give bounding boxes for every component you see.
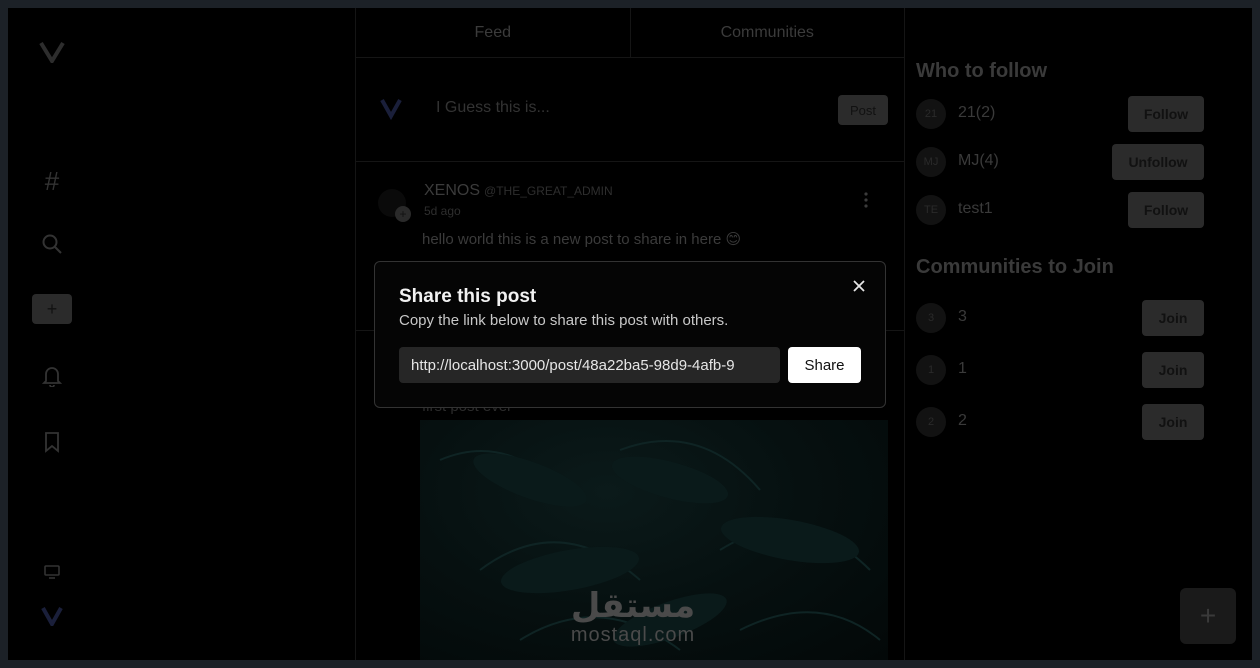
post-avatar[interactable]: +: [377, 188, 411, 222]
share-button[interactable]: Share: [788, 347, 861, 383]
join-button[interactable]: Join: [1142, 300, 1204, 336]
post-timestamp: 5d ago: [424, 204, 461, 218]
share-dialog: Share this post Copy the link below to s…: [374, 261, 886, 408]
join-button[interactable]: Join: [1142, 404, 1204, 440]
follow-suggestion: TE test1 Follow: [916, 190, 1204, 230]
composer-input[interactable]: I Guess this is...: [436, 99, 550, 117]
watermark-latin: mostaql.com: [570, 624, 696, 646]
post-author-handle[interactable]: @THE_GREAT_ADMIN: [484, 184, 613, 198]
right-sidebar: Who to follow 21 21(2) Follow MJ MJ(4) U…: [916, 8, 1216, 660]
watermark-logo: مستقل mostaql.com: [548, 588, 718, 647]
post-composer: I Guess this is... Post: [356, 58, 904, 162]
bookmark-icon[interactable]: [32, 426, 72, 458]
monitor-icon[interactable]: [32, 556, 72, 588]
dialog-title: Share this post: [399, 286, 537, 307]
follow-button[interactable]: Follow: [1128, 96, 1204, 132]
unfollow-button[interactable]: Unfollow: [1112, 144, 1204, 180]
who-to-follow-title: Who to follow: [916, 60, 1048, 82]
user-name[interactable]: test1: [958, 200, 993, 218]
left-sidebar: # +: [8, 8, 96, 660]
plus-icon[interactable]: +: [1180, 588, 1236, 644]
user-name[interactable]: MJ(4): [958, 152, 999, 170]
community-avatar[interactable]: 2: [916, 407, 946, 437]
bell-icon[interactable]: [32, 360, 72, 392]
feed-tabs: Feed Communities: [356, 8, 904, 58]
more-options-icon[interactable]: [864, 192, 868, 208]
tab-feed[interactable]: Feed: [356, 8, 631, 57]
follow-suggestion: MJ MJ(4) Unfollow: [916, 142, 1204, 182]
composer-avatar: [376, 92, 406, 122]
community-avatar[interactable]: 3: [916, 303, 946, 333]
avatar[interactable]: MJ: [916, 147, 946, 177]
profile-avatar[interactable]: [32, 600, 72, 632]
dialog-description: Copy the link below to share this post w…: [399, 312, 729, 329]
app-logo[interactable]: [32, 36, 72, 68]
watermark-arabic: مستقل: [570, 586, 696, 626]
community-suggestion: 2 2 Join: [916, 402, 1204, 442]
post-button[interactable]: Post: [838, 95, 888, 125]
follow-plus-icon[interactable]: +: [395, 206, 411, 222]
community-avatar[interactable]: 1: [916, 355, 946, 385]
search-icon[interactable]: [32, 228, 72, 260]
community-name[interactable]: 2: [958, 412, 967, 430]
community-name[interactable]: 1: [958, 360, 967, 378]
join-button[interactable]: Join: [1142, 352, 1204, 388]
create-button[interactable]: +: [32, 294, 72, 324]
communities-title: Communities to Join: [916, 256, 1114, 278]
follow-button[interactable]: Follow: [1128, 192, 1204, 228]
hashtag-icon[interactable]: #: [32, 165, 72, 197]
follow-suggestion: 21 21(2) Follow: [916, 94, 1204, 134]
post-author[interactable]: XENOS @THE_GREAT_ADMIN: [424, 182, 613, 200]
community-suggestion: 3 3 Join: [916, 298, 1204, 338]
close-icon[interactable]: [849, 276, 869, 296]
app-frame: # + Feed Communities I Guess this is...: [8, 8, 1252, 660]
community-suggestion: 1 1 Join: [916, 350, 1204, 390]
share-link-input[interactable]: [399, 347, 780, 383]
post-text: hello world this is a new post to share …: [422, 231, 742, 248]
avatar[interactable]: 21: [916, 99, 946, 129]
post-author-name[interactable]: XENOS: [424, 182, 480, 199]
community-name[interactable]: 3: [958, 308, 967, 326]
avatar[interactable]: TE: [916, 195, 946, 225]
tab-communities[interactable]: Communities: [631, 8, 905, 57]
user-name[interactable]: 21(2): [958, 104, 995, 122]
